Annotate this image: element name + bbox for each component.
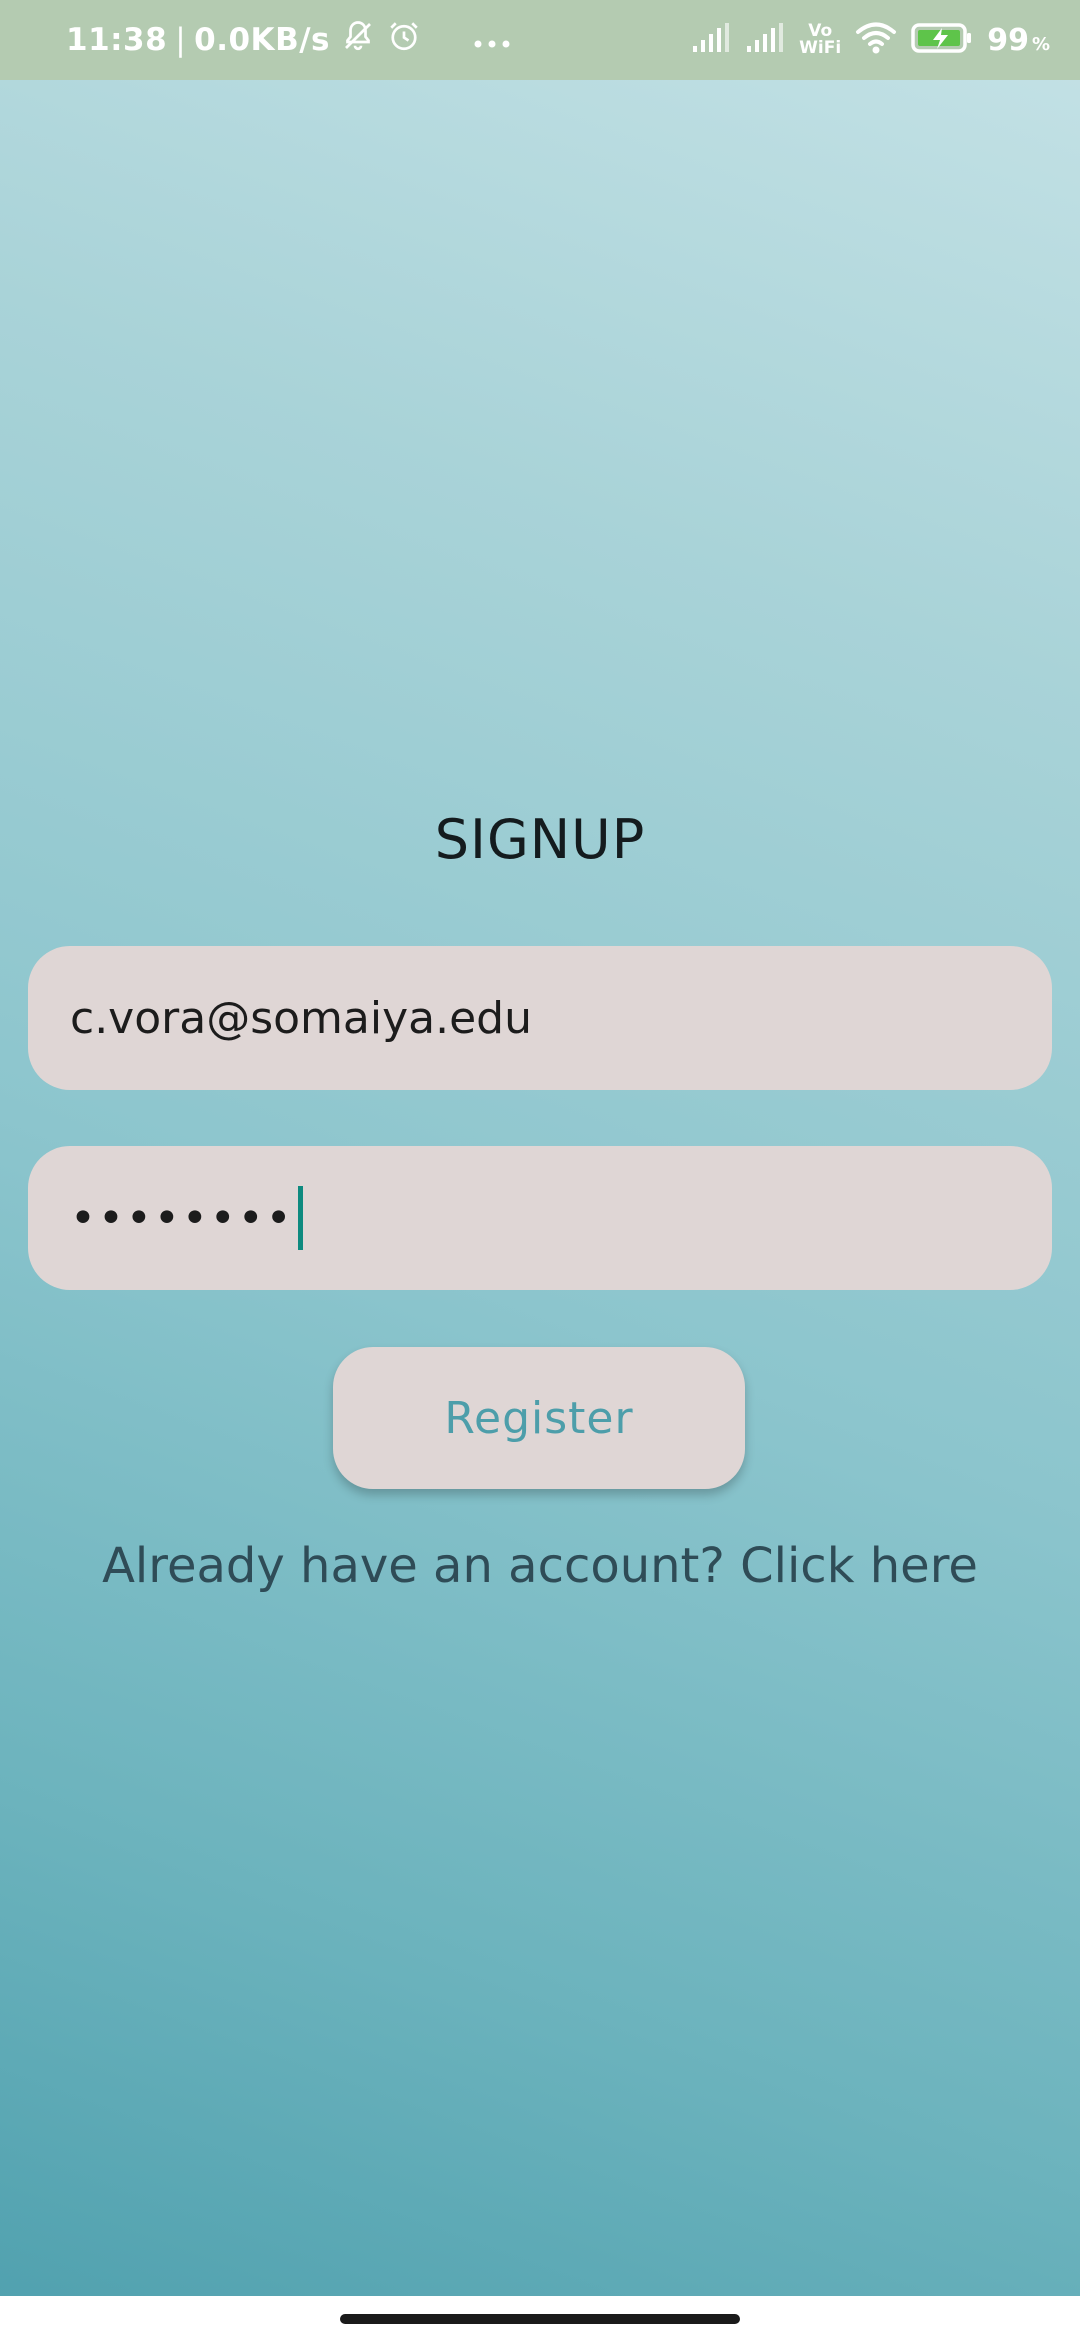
battery-percentage: 99% [987, 23, 1050, 58]
signup-screen: 11:38 | 0.0KB/s Vo WiFi 99 % SIGNUP c.vo… [0, 0, 1080, 2340]
status-bar: 11:38 | 0.0KB/s Vo WiFi 99 % [0, 0, 1080, 80]
more-dots-icon [462, 22, 512, 58]
battery-percent-unit: % [1031, 33, 1050, 55]
notifications-muted-icon [330, 18, 376, 62]
text-cursor [297, 1186, 303, 1250]
email-value: c.vora@somaiya.edu [70, 992, 532, 1044]
email-field[interactable]: c.vora@somaiya.edu [28, 946, 1052, 1090]
wifi-icon [855, 21, 897, 59]
alarm-icon [376, 18, 422, 62]
password-field[interactable]: •••••••• [28, 1146, 1052, 1290]
home-indicator[interactable] [340, 2314, 740, 2324]
battery-charging-icon [911, 22, 973, 58]
register-button[interactable]: Register [333, 1347, 745, 1489]
page-title: SIGNUP [434, 808, 646, 871]
login-link[interactable]: Already have an account? Click here [0, 1538, 1080, 1594]
signal-icon [691, 22, 731, 58]
vowifi-indicator: Vo WiFi [799, 23, 841, 57]
status-right: Vo WiFi 99% [691, 0, 1050, 80]
signal-icon [745, 22, 785, 58]
status-left: 11:38 | 0.0KB/s [66, 0, 512, 80]
status-separator: | [175, 22, 187, 58]
navigation-bar [0, 2296, 1080, 2340]
password-value: •••••••• [70, 1192, 294, 1244]
status-time: 11:38 [66, 22, 168, 58]
battery-percent-value: 99 [987, 22, 1029, 58]
vowifi-bottom: WiFi [799, 38, 842, 58]
network-speed: 0.0KB/s [194, 22, 330, 58]
